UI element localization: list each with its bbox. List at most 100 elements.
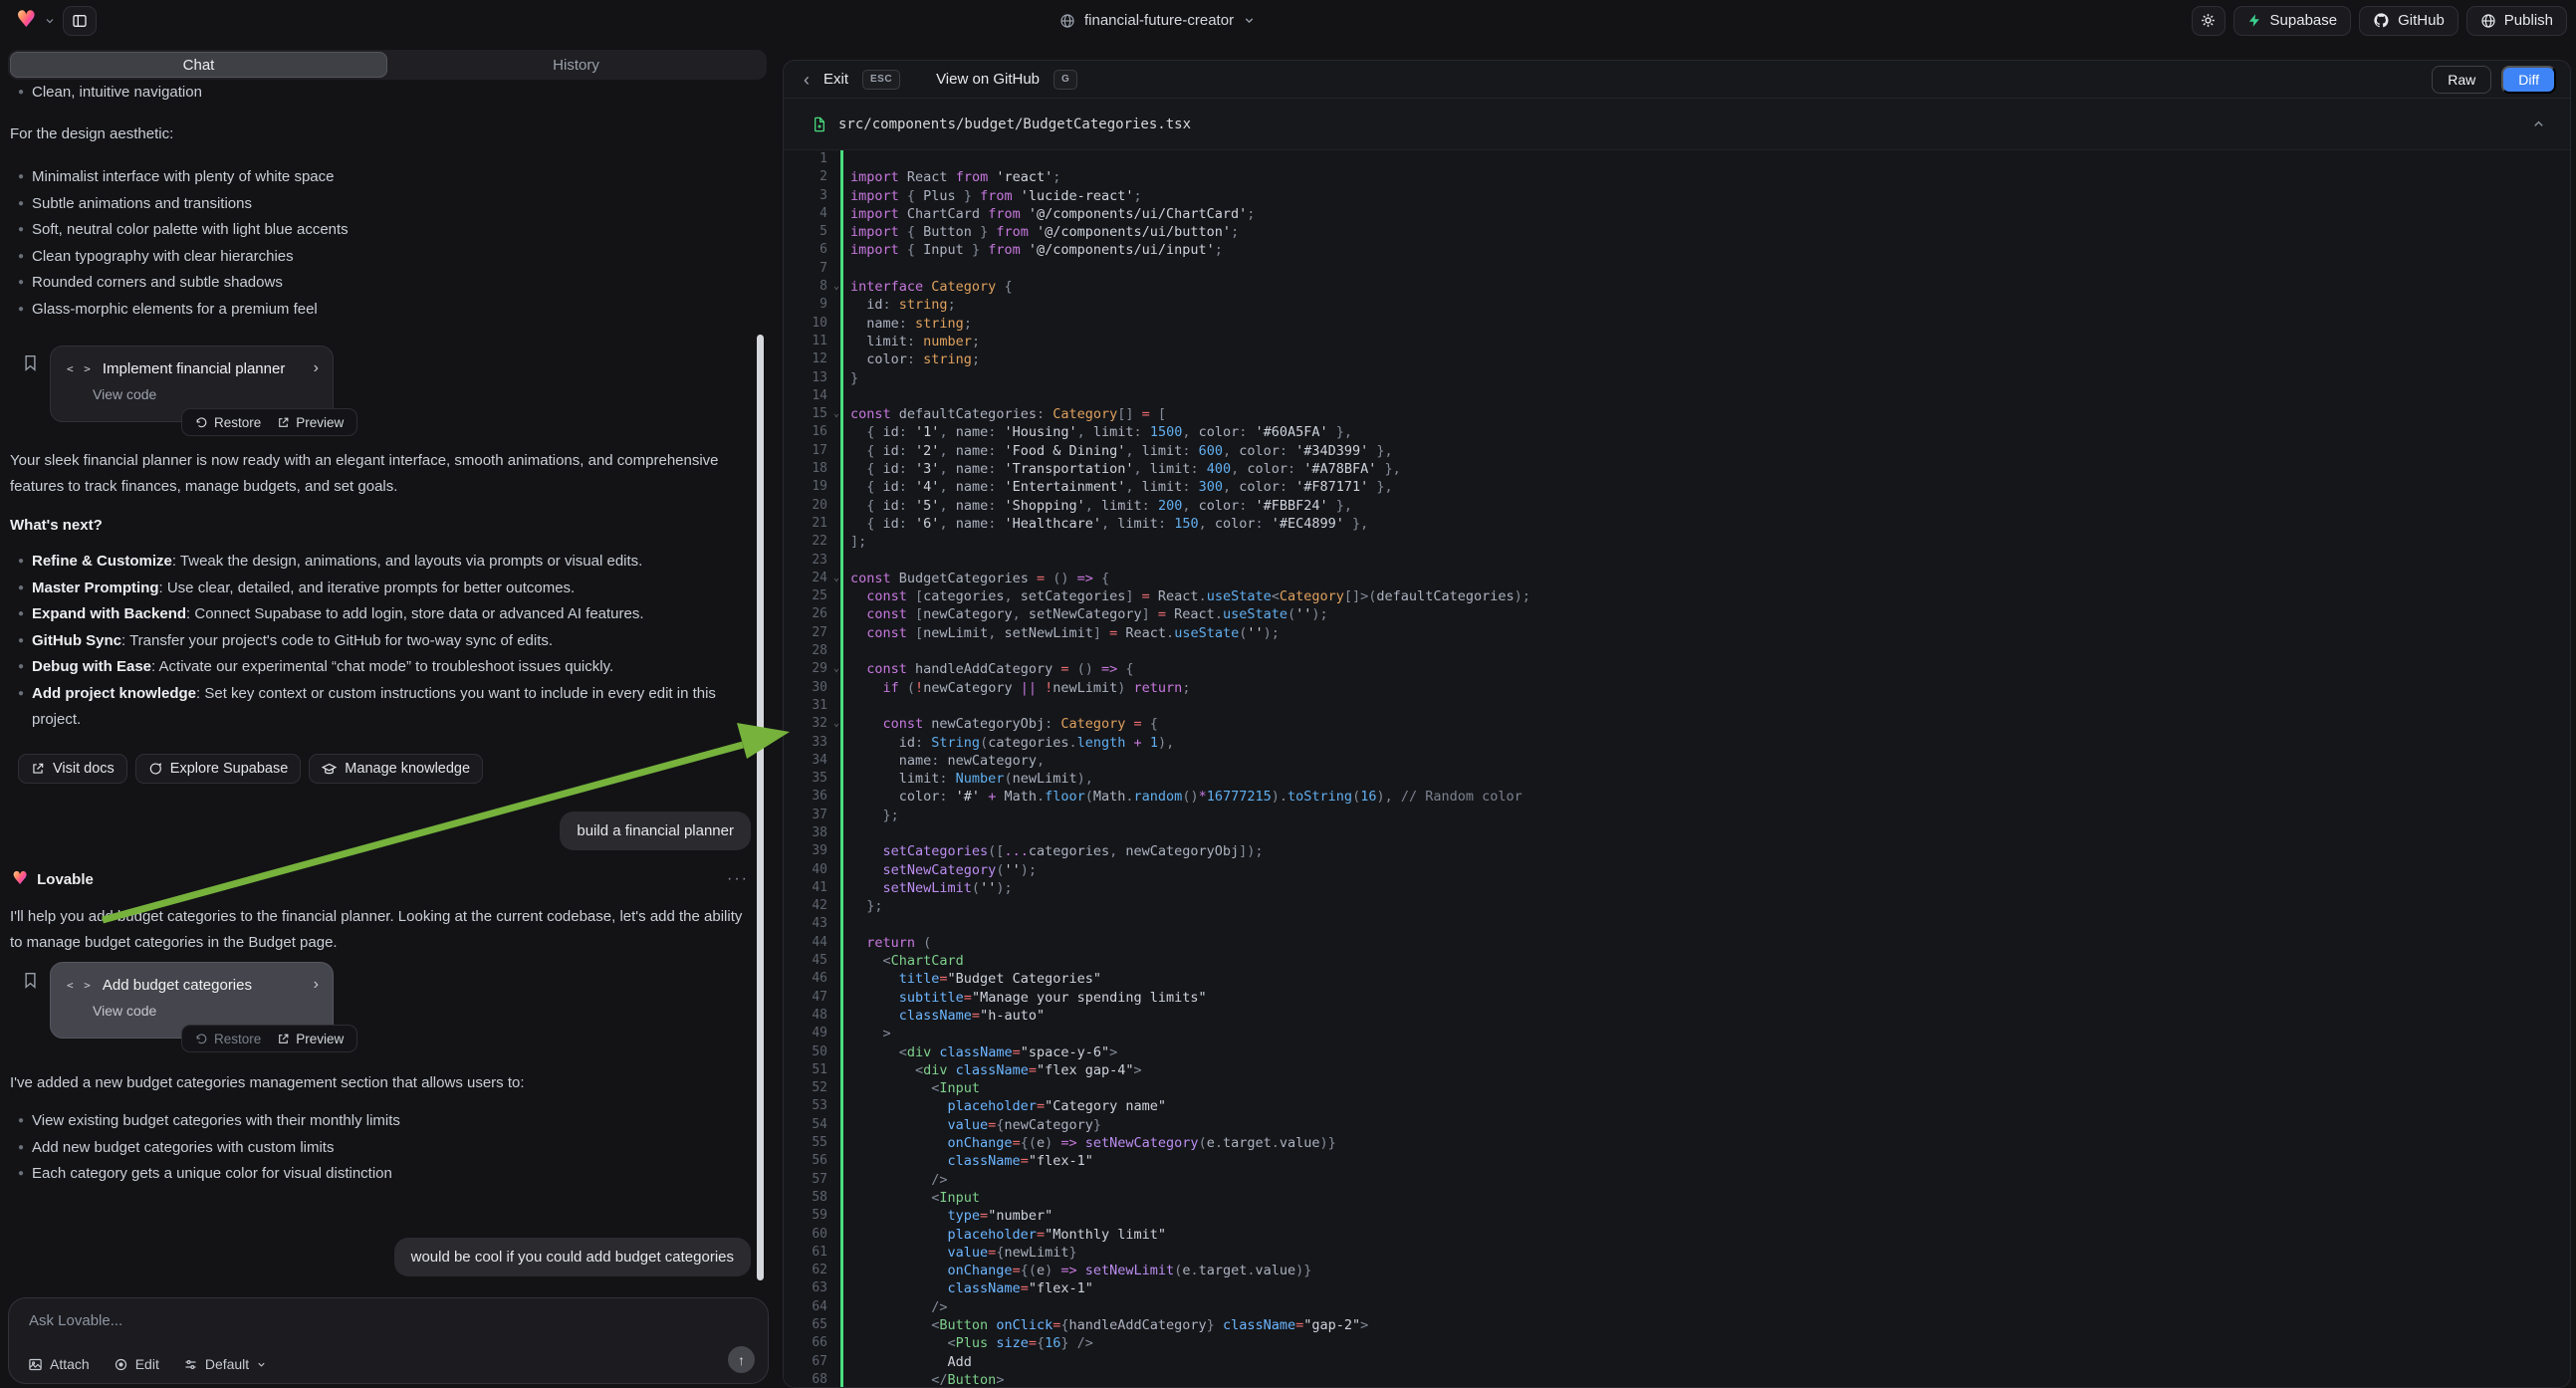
line-number: 63 [784,1279,827,1297]
line-number: 37 [784,807,827,824]
code-line: 46 title="Budget Categories" [784,970,2570,988]
code-line: 58 <Input [784,1189,2570,1207]
code-line: 4import ChartCard from '@/components/ui/… [784,205,2570,223]
chat-scrollbar[interactable] [757,335,764,1280]
code-text: name: newCategory, [850,752,1045,770]
bullet-dot: ● [18,601,32,628]
list-item: ●Add new budget categories with custom l… [18,1135,757,1162]
github-button[interactable]: GitHub [2359,6,2459,36]
line-number: 48 [784,1007,827,1025]
code-text: value={newLimit} [850,1244,1077,1262]
card-title: Implement financial planner [103,360,304,377]
tab-history[interactable]: History [387,52,765,78]
visit-docs-button[interactable]: Visit docs [18,754,127,784]
code-line: 5import { Button } from '@/components/ui… [784,223,2570,241]
code-text: if (!newCategory || !newLimit) return; [850,679,1190,697]
code-line: 9 id: string; [784,296,2570,314]
code-text: import { Plus } from 'lucide-react'; [850,187,1142,205]
collapse-chevron-icon[interactable] [2531,116,2546,131]
list-item: ●Add project knowledge: Set key context … [18,681,757,734]
lovable-logo-icon[interactable]: ♥ [16,9,37,32]
assistant-header: ♥ Lovable [12,870,94,888]
supabase-button[interactable]: Supabase [2233,6,2352,36]
list-item: ●Subtle animations and transitions [18,191,757,218]
code-text: ]; [850,533,866,551]
send-button[interactable]: ↑ [728,1346,755,1373]
bookmark-icon[interactable] [23,353,38,372]
graduation-cap-icon [322,762,337,777]
file-bar[interactable]: src/components/budget/BudgetCategories.t… [784,99,2570,150]
message-more-icon[interactable]: ··· [727,870,749,888]
whats-next-heading: What's next? [10,513,751,539]
code-text: const [newLimit, setNewLimit] = React.us… [850,624,1280,642]
code-line: 61 value={newLimit} [784,1244,2570,1262]
code-line: 49 > [784,1025,2570,1042]
line-number: 33 [784,734,827,752]
chat-input[interactable] [29,1312,626,1342]
code-text: name: string; [850,315,972,333]
edit-button[interactable]: Edit [114,1356,159,1372]
explore-supabase-button[interactable]: Explore Supabase [135,754,302,784]
code-line: 56 className="flex-1" [784,1152,2570,1170]
code-area[interactable]: 12import React from 'react';3import { Pl… [784,150,2570,1388]
view-on-github-link[interactable]: View on GitHub [936,71,1040,88]
project-selector[interactable]: financial-future-creator [1059,0,1256,41]
line-number: 22 [784,533,827,551]
line-number: 68 [784,1371,827,1388]
raw-toggle-button[interactable]: Raw [2432,66,2491,94]
line-number: 65 [784,1316,827,1334]
bullet-bold: Expand with Backend [32,605,186,622]
logo-chevron-down-icon[interactable] [44,15,56,27]
list-item: ●Rounded corners and subtle shadows [18,270,757,297]
line-number: 61 [784,1244,827,1262]
globe-icon [1059,13,1075,29]
code-line: 2import React from 'react'; [784,168,2570,186]
line-number: 43 [784,915,827,933]
esc-key-badge: ESC [862,70,900,90]
bullet-bold: GitHub Sync [32,632,121,649]
view-code-link[interactable]: View code [51,377,333,402]
bullet-dot: ● [18,1135,32,1162]
code-line: 29⌄ const handleAddCategory = () => { [784,660,2570,678]
attach-button[interactable]: Attach [28,1356,90,1372]
back-chevron-icon[interactable]: ‹ [804,71,810,89]
exit-button[interactable]: Exit [823,71,848,88]
preview-button[interactable]: Preview [277,1032,344,1046]
list-item: ●Soft, neutral color palette with light … [18,217,757,244]
line-number: 44 [784,934,827,952]
line-number: 53 [784,1097,827,1115]
line-number: 3 [784,187,827,205]
line-number: 21 [784,515,827,533]
code-line: 32⌄ const newCategoryObj: Category = { [784,715,2570,733]
bullet-text: Clean, intuitive navigation [32,80,202,107]
list-item: ●Each category gets a unique color for v… [18,1161,757,1188]
code-line: 15⌄const defaultCategories: Category[] =… [784,405,2570,423]
line-number: 12 [784,350,827,368]
code-lines: 12import React from 'react';3import { Pl… [784,150,2570,1388]
code-line: 19 { id: '4', name: 'Entertainment', lim… [784,478,2570,496]
bookmark-icon[interactable] [23,971,38,990]
manage-knowledge-button[interactable]: Manage knowledge [309,754,483,784]
bullet-dot: ● [18,628,32,655]
code-line: 42 }; [784,897,2570,915]
line-number: 19 [784,478,827,496]
bullet-text: Subtle animations and transitions [32,191,252,218]
code-line: 55 onChange={(e) => setNewCategory(e.tar… [784,1134,2570,1152]
restore-icon [195,1033,208,1045]
bullet-bold: Refine & Customize [32,553,172,570]
settings-button[interactable] [2192,6,2225,36]
bullet-text: GitHub Sync: Transfer your project's cod… [32,628,553,655]
diff-added-bar [840,150,843,1388]
list-item: ●Expand with Backend: Connect Supabase t… [18,601,757,628]
tab-chat[interactable]: Chat [10,52,387,78]
sidebar-toggle-button[interactable] [63,6,97,36]
diff-toggle-button[interactable]: Diff [2501,66,2556,94]
restore-button[interactable]: Restore [195,1032,261,1046]
mode-select[interactable]: Default [183,1356,267,1372]
line-number: 54 [784,1116,827,1134]
view-code-link[interactable]: View code [51,994,333,1019]
preview-button[interactable]: Preview [277,415,344,430]
code-line: 13} [784,369,2570,387]
publish-button[interactable]: Publish [2466,6,2567,36]
restore-button[interactable]: Restore [195,415,261,430]
